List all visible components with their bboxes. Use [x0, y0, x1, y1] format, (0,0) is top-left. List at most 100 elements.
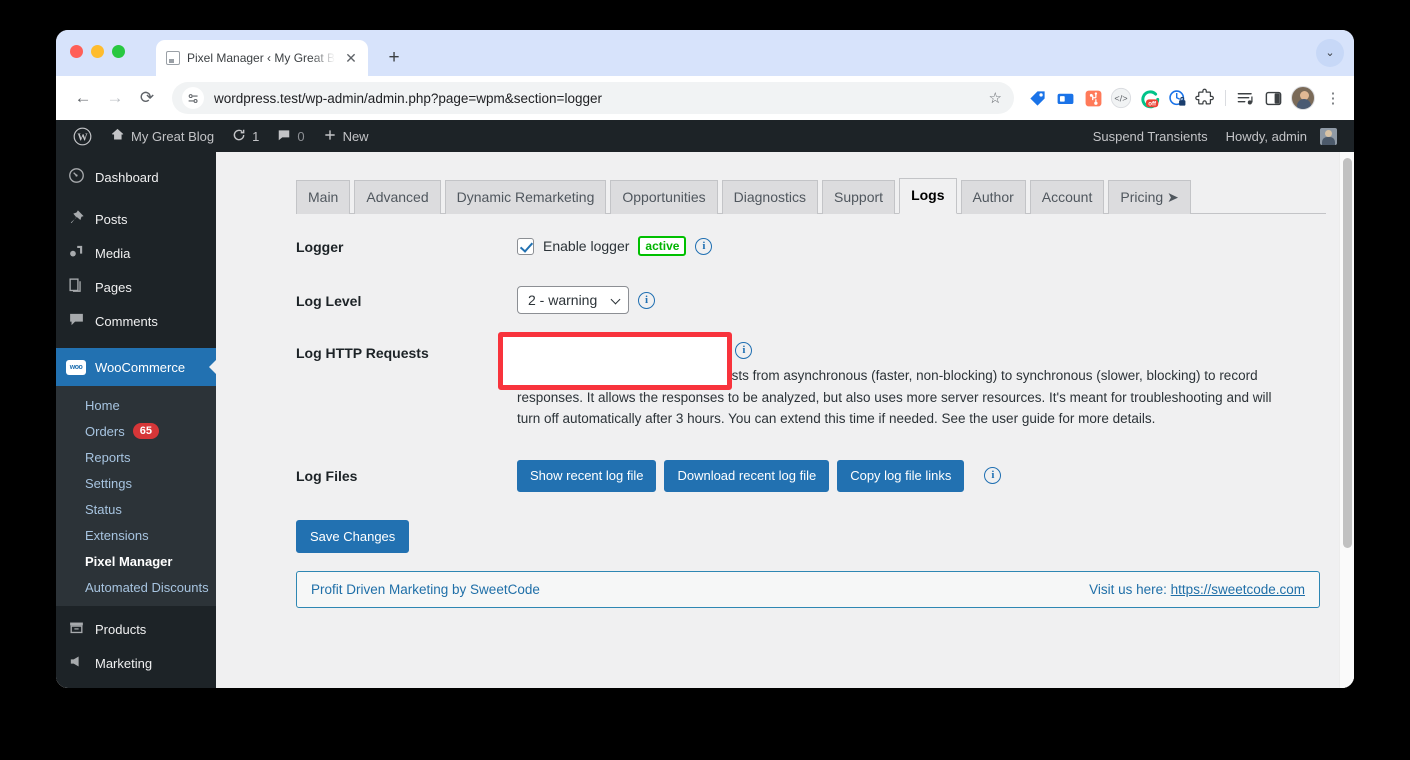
browser-tabstrip: Pixel Manager ‹ My Great Blo ✕ + ⌄: [56, 30, 1354, 76]
footer-right-prefix: Visit us here:: [1089, 582, 1167, 598]
tab-advanced[interactable]: Advanced: [354, 180, 441, 215]
woocommerce-submenu: Home Orders 65 Reports Settings Status E…: [56, 386, 216, 606]
maximize-window-button[interactable]: [112, 45, 125, 58]
minimize-window-button[interactable]: [91, 45, 104, 58]
sidebar-item-status[interactable]: Status: [56, 496, 216, 522]
sidebar-item-extensions[interactable]: Extensions: [56, 522, 216, 548]
sidebar-item-dashboard[interactable]: Dashboard: [56, 160, 216, 194]
sidebar-item-posts[interactable]: Posts: [56, 202, 216, 236]
wp-admin-bar-right: Suspend Transients Howdy, admin: [1084, 120, 1346, 152]
code-extension-icon[interactable]: </>: [1108, 85, 1134, 111]
svg-text:</>: </>: [1114, 94, 1127, 104]
site-settings-icon[interactable]: [182, 87, 204, 109]
back-button[interactable]: ←: [68, 83, 98, 113]
address-bar[interactable]: wordpress.test/wp-admin/admin.php?page=w…: [172, 82, 1014, 114]
sidebar-item-woocommerce[interactable]: woo WooCommerce: [56, 348, 216, 386]
suspend-transients-button[interactable]: Suspend Transients: [1084, 120, 1217, 152]
sidebar-item-reports[interactable]: Reports: [56, 444, 216, 470]
sidebar-item-label: Comments: [95, 313, 158, 329]
save-row: Save Changes: [296, 519, 1326, 554]
tab-account[interactable]: Account: [1029, 180, 1105, 215]
highlight-backdrop: [503, 337, 727, 385]
sidebar-item-label: Dashboard: [95, 169, 159, 185]
updates-menu[interactable]: 1: [223, 120, 268, 152]
tab-main[interactable]: Main: [296, 180, 351, 215]
browser-menu-icon[interactable]: ⋮: [1320, 89, 1346, 107]
tab-logs[interactable]: Logs: [899, 178, 957, 215]
sidebar-item-settings[interactable]: Settings: [56, 470, 216, 496]
comments-menu[interactable]: 0: [268, 120, 313, 152]
toolbar-divider: [1220, 85, 1230, 111]
info-icon[interactable]: i: [638, 291, 655, 309]
footer-left-text: Profit Driven Marketing by SweetCode: [311, 582, 540, 598]
new-tab-button[interactable]: +: [380, 44, 408, 72]
sweetcode-link[interactable]: https://sweetcode.com: [1171, 582, 1305, 597]
sidebar-item-products[interactable]: Products: [56, 612, 216, 646]
privacy-extension-icon[interactable]: [1164, 85, 1190, 111]
tab-pricing[interactable]: Pricing ➤: [1108, 180, 1191, 215]
show-recent-log-file-button[interactable]: Show recent log file: [517, 460, 657, 492]
tab-author[interactable]: Author: [960, 180, 1026, 215]
page-scrollbar[interactable]: [1339, 152, 1354, 688]
download-recent-log-file-button[interactable]: Download recent log file: [664, 460, 830, 492]
page-icon: [166, 51, 180, 65]
sub-item-label: Extensions: [85, 527, 149, 543]
sidebar-item-home[interactable]: Home: [56, 392, 216, 418]
log-level-label: Log Level: [296, 293, 362, 310]
sidebar-item-orders[interactable]: Orders 65: [56, 418, 216, 444]
tab-opportunities[interactable]: Opportunities: [610, 180, 718, 215]
settings-page: Main Advanced Dynamic Remarketing Opport…: [216, 152, 1354, 609]
wordpress-logo-icon[interactable]: W: [64, 120, 101, 152]
log-level-select[interactable]: 2 - warning: [517, 286, 629, 315]
enable-logger-checkbox[interactable]: [517, 237, 534, 255]
bookmark-star-icon[interactable]: ☆: [989, 89, 1002, 107]
recorder-extension-icon[interactable]: off: [1136, 85, 1162, 111]
sidebar-item-comments[interactable]: Comments: [56, 304, 216, 338]
puzzle-extensions-icon[interactable]: [1192, 85, 1218, 111]
forward-button[interactable]: →: [100, 83, 130, 113]
sidebar-bottom-group: Products Marketing: [56, 612, 216, 680]
window-controls[interactable]: [70, 45, 125, 58]
sub-item-label: Status: [85, 501, 122, 517]
wp-admin-bar: W My Great Blog 1 0 New Suspend Transien…: [56, 120, 1354, 152]
settings-tabs: Main Advanced Dynamic Remarketing Opport…: [296, 178, 1326, 215]
sidebar-item-pages[interactable]: Pages: [56, 270, 216, 304]
close-icon[interactable]: ✕: [342, 49, 360, 67]
scrollbar-thumb[interactable]: [1343, 158, 1352, 548]
plus-icon: [323, 128, 337, 145]
new-content-menu[interactable]: New: [314, 120, 378, 152]
sub-item-label: Home: [85, 397, 120, 413]
dashboard-icon: [66, 167, 86, 187]
info-icon[interactable]: i: [735, 342, 753, 360]
chevron-down-icon[interactable]: ⌄: [1316, 39, 1344, 67]
sidebar-item-label: Pages: [95, 279, 132, 295]
browser-toolbar: ← → ⟳ wordpress.test/wp-admin/admin.php?…: [56, 76, 1354, 120]
browser-tab[interactable]: Pixel Manager ‹ My Great Blo ✕: [156, 40, 368, 76]
tab-dynamic-remarketing[interactable]: Dynamic Remarketing: [444, 180, 607, 215]
tab-support[interactable]: Support: [822, 180, 896, 215]
sidebar-item-media[interactable]: Media: [56, 236, 216, 270]
side-panel-icon[interactable]: [1260, 85, 1286, 111]
tab-diagnostics[interactable]: Diagnostics: [721, 180, 819, 215]
site-name-label: My Great Blog: [131, 128, 215, 144]
sidebar-item-automated-discounts[interactable]: Automated Discounts: [56, 574, 216, 600]
close-window-button[interactable]: [70, 45, 83, 58]
url-text[interactable]: wordpress.test/wp-admin/admin.php?page=w…: [214, 91, 979, 106]
reading-list-icon[interactable]: [1232, 85, 1258, 111]
site-name-menu[interactable]: My Great Blog: [101, 120, 223, 152]
card-extension-icon[interactable]: [1052, 85, 1078, 111]
admin-sidebar[interactable]: Dashboard Posts Media Pages Comments woo…: [56, 152, 216, 688]
account-menu[interactable]: Howdy, admin: [1217, 120, 1346, 152]
sidebar-item-pixel-manager[interactable]: Pixel Manager: [56, 548, 216, 574]
info-icon[interactable]: i: [984, 467, 1002, 485]
howdy-label: Howdy, admin: [1225, 128, 1307, 144]
profile-avatar[interactable]: [1291, 86, 1315, 110]
info-icon[interactable]: i: [695, 237, 713, 255]
copy-log-file-links-button[interactable]: Copy log file links: [837, 460, 965, 492]
sidebar-item-marketing[interactable]: Marketing: [56, 646, 216, 680]
reload-button[interactable]: ⟳: [132, 83, 162, 113]
tag-extension-icon[interactable]: [1024, 85, 1050, 111]
hubspot-extension-icon[interactable]: [1080, 85, 1106, 111]
sidebar-top-group: Dashboard Posts Media Pages Comments: [56, 152, 216, 338]
save-button[interactable]: Save Changes: [296, 519, 410, 554]
